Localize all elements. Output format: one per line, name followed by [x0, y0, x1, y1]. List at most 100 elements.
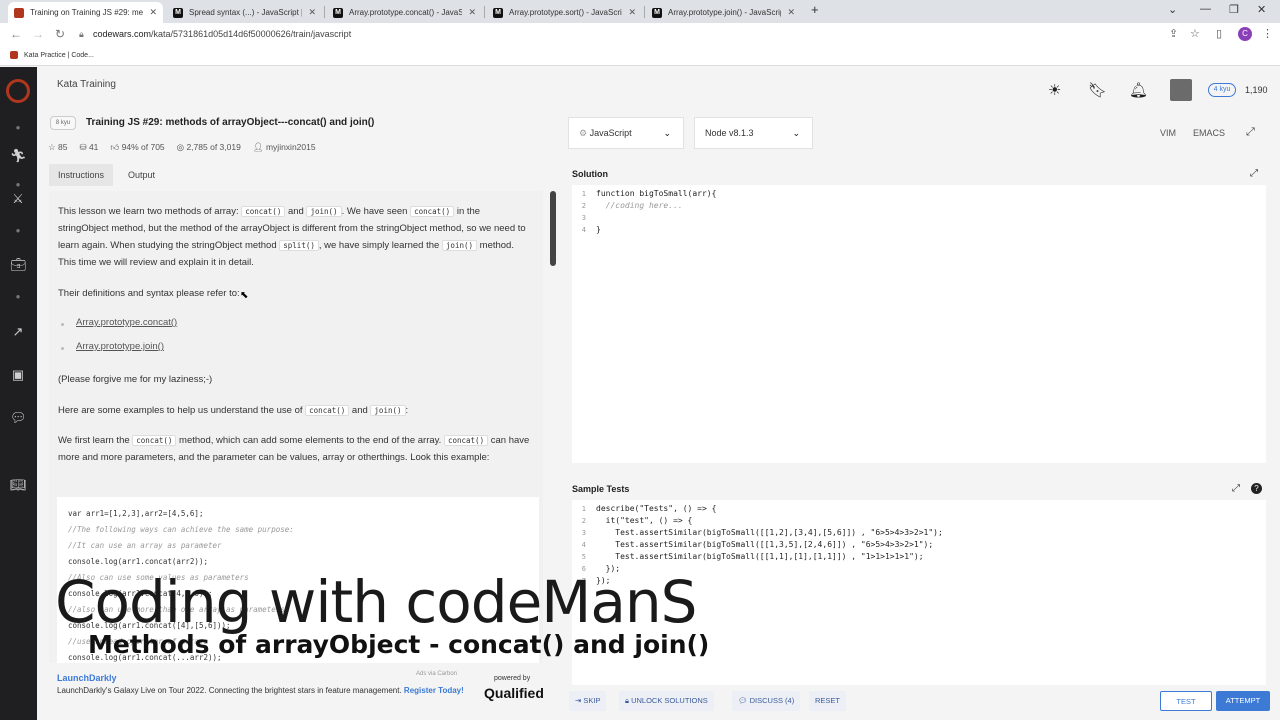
help-icon[interactable]: ? [1251, 483, 1262, 494]
address-bar: ← → ↻ 🔒︎ codewars.com/kata/5731861d05d14… [0, 23, 1280, 46]
theme-sun-icon[interactable]: ☀ [1048, 81, 1061, 99]
lock-icon[interactable]: 🔒︎ [79, 29, 84, 40]
kata-stats: ☆ 85 ⛁ 41 👍︎ 94% of 705 ◎ 2,785 of 3,019… [48, 142, 316, 153]
unlock-label: UNLOCK SOLUTIONS [631, 696, 708, 705]
attempt-button[interactable]: ATTEMPT [1216, 691, 1270, 711]
qualified-logo[interactable]: Qualified [484, 685, 544, 701]
code-line: it("test", () => { [596, 516, 693, 525]
inline-code: concat() [443, 435, 489, 446]
unlock-solutions-button[interactable]: 🔒︎ UNLOCK SOLUTIONS [619, 691, 714, 711]
satisfaction-value: 94% of 705 [121, 142, 165, 152]
maximize-icon[interactable]: ❐ [1229, 3, 1239, 16]
bookmarks-bar: Kata Practice | Code... [0, 46, 1280, 66]
bookmark-star-icon[interactable]: ☆ [1190, 27, 1200, 40]
code-line: console.log(arr1.concat(arr2)); [68, 557, 208, 566]
docs-icon[interactable]: 📖︎ [10, 477, 27, 493]
ad-body: LaunchDarkly's Galaxy Live on Tour 2022.… [57, 686, 404, 695]
back-icon[interactable]: ← [10, 27, 22, 41]
sidepanel-icon[interactable]: ▯ [1216, 27, 1222, 40]
line-number: 3 [581, 214, 586, 222]
chat-icon[interactable]: 💬︎ [10, 410, 27, 426]
solution-editor[interactable]: 1 2 3 4 function bigToSmall(arr){ //codi… [572, 185, 1266, 463]
expand-icon[interactable]: ⤢ [1250, 168, 1258, 179]
bell-icon[interactable]: 🔔︎ [1129, 81, 1148, 99]
codewars-logo-icon[interactable] [6, 79, 30, 103]
reload-icon[interactable]: ↻ [55, 27, 65, 41]
bookmark-icon[interactable]: 🔖︎ [1088, 81, 1107, 99]
browser-tab[interactable]: M Spread syntax (...) - JavaScript | M ✕ [167, 2, 322, 23]
thumbs-up-icon: 👍︎ [110, 142, 122, 152]
description-paragraph: Their definitions and syntax please refe… [58, 288, 240, 299]
line-number: 4 [581, 541, 586, 549]
browser-tab[interactable]: M Array.prototype.sort() - JavaScrip ✕ [487, 2, 642, 23]
expand-icon[interactable]: ⤢ [1232, 483, 1240, 494]
kyu-badge: 8 kyu [50, 116, 76, 130]
stars-count: 85 [57, 142, 68, 152]
url-field[interactable]: codewars.com/kata/5731861d05d14d6f500006… [93, 29, 351, 39]
scrollbar[interactable] [550, 191, 556, 266]
browser-tab[interactable]: M Array.prototype.concat() - JavaSc ✕ [327, 2, 482, 23]
collections-stat[interactable]: ⛁ 41 [79, 142, 98, 153]
discord-icon[interactable]: ▣ [10, 367, 26, 383]
tab-divider [484, 6, 485, 18]
tab-divider [324, 6, 325, 18]
discuss-button[interactable]: 💬︎ DISCUSS (4) [732, 691, 801, 711]
ad-cta-link[interactable]: Register Today! [404, 686, 464, 695]
sponsor-ad[interactable]: LaunchDarkly Ads via Carbon LaunchDarkly… [49, 670, 549, 710]
forward-icon[interactable]: → [32, 27, 44, 41]
action-bar: ⇥ SKIP 🔒︎ UNLOCK SOLUTIONS 💬︎ DISCUSS (4… [567, 688, 1280, 714]
training-icon[interactable]: 🏃︎ [10, 148, 27, 164]
tab-instructions[interactable]: Instructions [49, 164, 114, 186]
code-line: //The following ways can achieve the sam… [68, 525, 294, 534]
leaderboard-icon[interactable]: ↗ [10, 324, 26, 340]
tests-label: Sample Tests [572, 484, 630, 494]
completed-value: 2,785 of 3,019 [186, 142, 241, 152]
line-number: 1 [581, 190, 586, 198]
star-icon: ☆ [48, 142, 58, 152]
profile-avatar[interactable]: C [1238, 27, 1252, 41]
powered-by-label: powered by [494, 675, 531, 682]
js-icon: ⚙ [579, 128, 590, 138]
new-tab-button[interactable]: + [811, 2, 819, 17]
minimize-icon[interactable]: — [1200, 3, 1211, 15]
browser-tab[interactable]: Training on Training JS #29: meth ✕ [8, 2, 163, 23]
skip-button[interactable]: ⇥ SKIP [569, 691, 607, 711]
tab-output[interactable]: Output [119, 164, 164, 186]
bookmark-item[interactable]: Kata Practice | Code... [10, 51, 94, 59]
practice-icon[interactable]: ⚔ [10, 191, 26, 207]
solution-label: Solution [572, 169, 608, 179]
briefcase-icon[interactable]: 💼︎ [10, 257, 27, 273]
close-icon[interactable]: ✕ [308, 7, 316, 18]
dot-icon: ● [15, 180, 21, 189]
language-select[interactable]: ⚙ JavaScript ⌄ [568, 117, 684, 149]
browser-tab[interactable]: M Array.prototype.join() - JavaScrip ✕ [646, 2, 801, 23]
close-icon[interactable]: ✕ [787, 7, 795, 18]
stars-stat[interactable]: ☆ 85 [48, 142, 67, 153]
overlay-subtitle: Methods of arrayObject - concat() and jo… [88, 630, 710, 659]
close-icon[interactable]: ✕ [628, 7, 636, 18]
avatar[interactable] [1170, 79, 1192, 101]
menu-kebab-icon[interactable]: ⋮ [1262, 27, 1273, 40]
author-stat[interactable]: 👤︎ myjinxin2015 [253, 142, 316, 153]
test-button[interactable]: TEST [1160, 691, 1212, 711]
close-icon[interactable]: ✕ [149, 7, 157, 18]
collections-count: 41 [88, 142, 99, 152]
window-close-icon[interactable]: ✕ [1257, 3, 1266, 16]
reset-button[interactable]: RESET [809, 691, 847, 711]
runtime-select[interactable]: Node v8.1.3 ⌄ [694, 117, 813, 149]
share-icon[interactable]: ⇪ [1169, 27, 1178, 40]
kata-header: 8 kyu Training JS #29: methods of arrayO… [37, 112, 560, 162]
emacs-mode-toggle[interactable]: EMACS [1193, 128, 1225, 138]
ad-title[interactable]: LaunchDarkly [57, 673, 117, 683]
code-line: Test.assertSimilar(bigToSmall([[1,1],[1]… [596, 552, 924, 561]
tab-search-icon[interactable]: ⌄ [1168, 3, 1177, 16]
close-icon[interactable]: ✕ [468, 7, 476, 18]
tab-title: Spread syntax (...) - JavaScript | M [189, 8, 303, 17]
ad-via[interactable]: Ads via Carbon [416, 671, 457, 677]
link-join[interactable]: Array.prototype.join() [76, 341, 164, 352]
vim-mode-toggle[interactable]: VIM [1160, 128, 1176, 138]
fullscreen-icon[interactable]: ⤢ [1246, 126, 1255, 139]
link-concat[interactable]: Array.prototype.concat() [76, 317, 177, 328]
code-line: //coding here... [596, 201, 683, 210]
collection-icon: ⛁ [79, 142, 89, 152]
